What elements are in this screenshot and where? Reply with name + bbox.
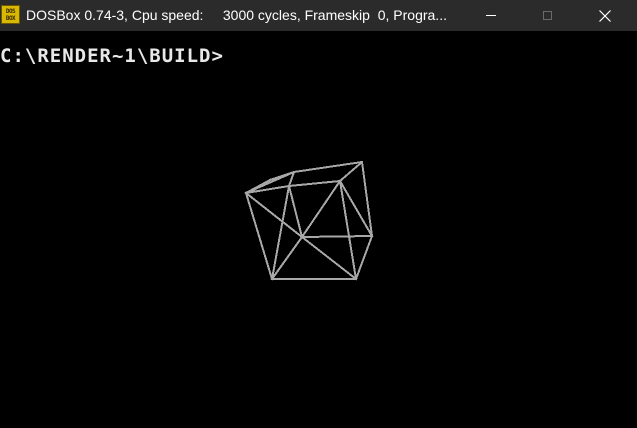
minimize-button[interactable] [468,0,514,31]
minimize-icon [486,15,496,16]
window-title: DOSBox 0.74-3, Cpu speed: 3000 cycles, F… [26,7,447,23]
icon-text-bottom: BOX [5,14,16,22]
close-button[interactable] [582,0,628,31]
dos-console[interactable]: C:\RENDER~1\BUILD> [0,31,637,428]
maximize-icon [542,11,552,20]
icon-text-top: DOS [5,7,16,15]
dosbox-icon[interactable]: DOS BOX [1,5,20,24]
wireframe-render [244,160,374,281]
dosbox-window: DOS BOX DOSBox 0.74-3, Cpu speed: 3000 c… [0,0,637,428]
wireframe-polyhedron [244,160,374,281]
close-icon [599,9,611,22]
title-bar[interactable]: DOS BOX DOSBox 0.74-3, Cpu speed: 3000 c… [0,0,637,31]
maximize-button[interactable] [524,0,570,31]
